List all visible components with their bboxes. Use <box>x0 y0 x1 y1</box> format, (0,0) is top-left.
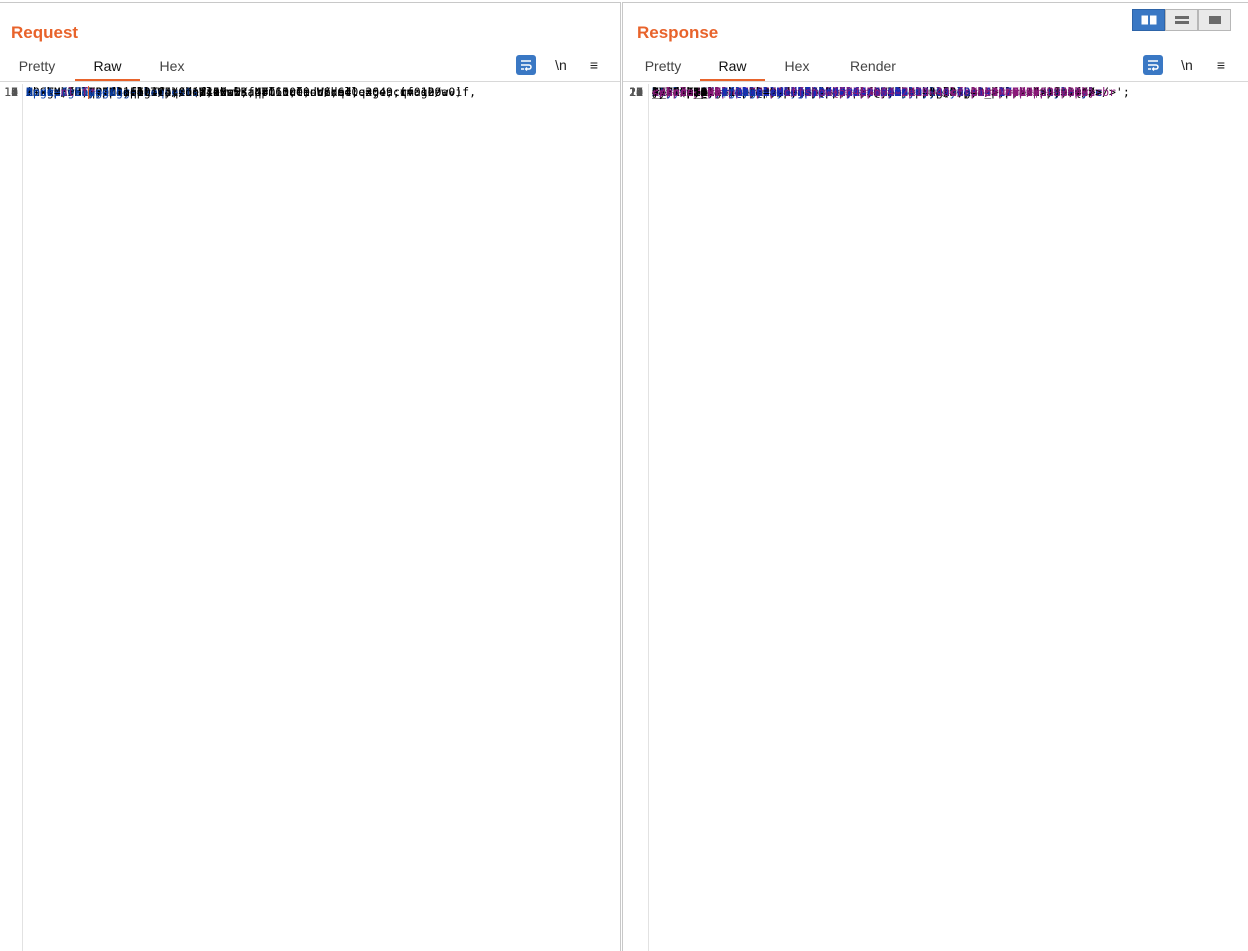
newline-toggle-button[interactable]: \n <box>1177 55 1197 75</box>
response-tab-raw[interactable]: Raw <box>700 56 765 81</box>
response-tab-render[interactable]: Render <box>839 56 907 79</box>
token: code <box>26 85 54 99</box>
response-editor[interactable]: 1 HTTP/1.1 200 OK 2 Server: nginx/1.18.0 (U… <box>623 84 1248 951</box>
split-horizontal-icon[interactable] <box>1132 9 1165 31</box>
response-pane: Response Pretty Raw Hex Render \n ≡ 1 HTT… <box>622 2 1248 951</box>
layout-buttons <box>1132 9 1231 31</box>
menu-icon[interactable]: ≡ <box>1211 55 1231 75</box>
token: * <box>89 85 97 99</box>
request-editor[interactable]: 1 POST / HTTP/1.1 2 Host: fdbe07f4-f7b4-4b0… <box>0 84 620 951</box>
request-tab-raw[interactable]: Raw <box>75 56 140 81</box>
token: nl f <box>60 85 89 99</box>
request-title: Request <box>11 23 79 42</box>
request-tab-hex[interactable]: Hex <box>142 56 202 79</box>
line-number: 26 <box>629 85 643 99</box>
request-pane: Request Pretty Raw Hex \n ≡ 1 POST / HTTP… <box>0 2 621 951</box>
response-tab-pretty[interactable]: Pretty <box>633 56 693 79</box>
line-number-gutter <box>648 84 649 951</box>
line-number-gutter <box>22 84 23 951</box>
request-tab-pretty[interactable]: Pretty <box>8 56 66 79</box>
response-title: Response <box>637 23 719 42</box>
newline-toggle-button[interactable]: \n <box>551 55 571 75</box>
line-text: code=nl f* <box>26 84 616 102</box>
wrap-text-icon[interactable] <box>516 55 536 75</box>
response-tabbar: Pretty Raw Hex Render \n ≡ <box>623 53 1248 82</box>
line-number: 12 <box>4 85 18 99</box>
menu-icon[interactable]: ≡ <box>584 55 604 75</box>
line-text <box>652 84 1244 102</box>
response-tab-hex[interactable]: Hex <box>769 56 825 79</box>
single-pane-icon[interactable] <box>1198 9 1231 31</box>
token: = <box>53 85 61 99</box>
request-tabbar: Pretty Raw Hex \n ≡ <box>0 53 620 82</box>
wrap-text-icon[interactable] <box>1143 55 1163 75</box>
split-vertical-icon[interactable] <box>1165 9 1198 31</box>
